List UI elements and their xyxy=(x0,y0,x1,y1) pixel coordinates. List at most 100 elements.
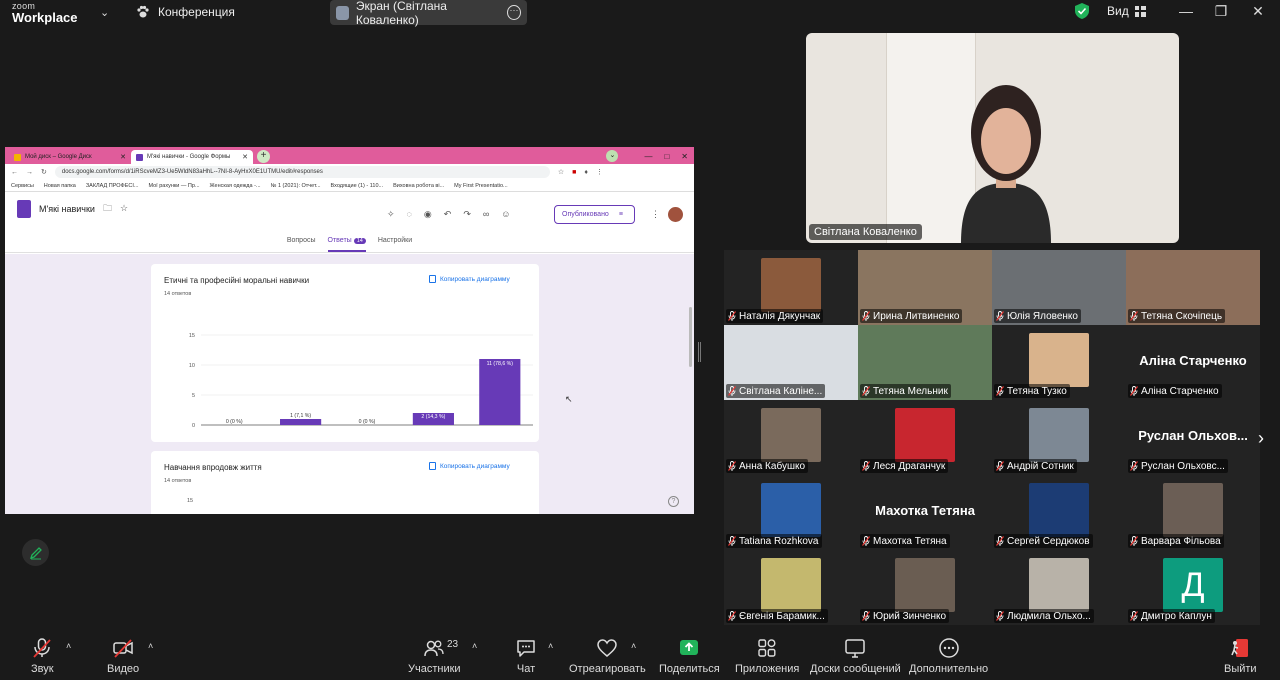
participant-tile[interactable]: Євгенія Барамик... xyxy=(724,550,858,625)
maximize-icon[interactable]: □ xyxy=(664,152,669,161)
participant-tile[interactable]: Тетяна Мельник xyxy=(858,325,992,400)
browser-tab-bar: Мой диск – Google Диск ✕ М'які навички -… xyxy=(5,147,694,164)
participant-tile[interactable]: Сергей Сердюков xyxy=(992,475,1126,550)
tab-responses[interactable]: Ответы 14 xyxy=(327,237,366,252)
bookmark-item[interactable]: Новая папка xyxy=(44,183,76,189)
close-icon[interactable]: ✕ xyxy=(242,153,248,161)
avatar[interactable] xyxy=(668,207,683,222)
participant-tile[interactable]: Юлія Яловенко xyxy=(992,250,1126,325)
more-button[interactable]: Дополнительно xyxy=(909,637,988,675)
participant-tile[interactable]: Махотка Тетяна Махотка Тетяна xyxy=(858,475,992,550)
chevron-up-icon[interactable]: ˄ xyxy=(472,641,477,651)
forms-icon[interactable] xyxy=(17,199,31,218)
minimize-icon[interactable]: — xyxy=(1178,3,1194,19)
preview-icon[interactable]: ◉ xyxy=(424,209,432,220)
bookmark-item[interactable]: № 1 (2021): Отчет... xyxy=(271,183,321,189)
extension-icon[interactable]: ■ xyxy=(572,169,576,176)
puzzle-icon[interactable]: ♦ xyxy=(584,169,588,176)
bookmark-item[interactable]: Виховна робота ві... xyxy=(393,183,444,189)
participant-name: Юлія Яловенко xyxy=(1007,310,1078,322)
share-button[interactable]: Поделиться xyxy=(659,637,720,675)
bookmark-item[interactable]: Мої рахунки — Пр... xyxy=(148,183,199,189)
participant-tile[interactable]: Леся Драганчук xyxy=(858,400,992,475)
chevron-right-icon[interactable]: › xyxy=(1258,428,1264,449)
participant-tile[interactable]: Tatiana Rozhkova xyxy=(724,475,858,550)
whiteboards-button[interactable]: Доски сообщений xyxy=(810,637,901,675)
restore-icon[interactable]: ❐ xyxy=(1213,3,1229,20)
participant-tile[interactable]: Аліна Старченко Аліна Старченко xyxy=(1126,325,1260,400)
tab-settings[interactable]: Настройки xyxy=(378,237,412,252)
minimize-icon[interactable]: — xyxy=(644,152,652,161)
participant-tile[interactable]: Руслан Ольхов... Руслан Ольховс... xyxy=(1126,400,1260,475)
bookmark-item[interactable]: Женская одежда -... xyxy=(210,183,261,189)
folder-icon[interactable]: 🗀 xyxy=(103,201,112,217)
participant-tile[interactable]: Юрий Зинченко xyxy=(858,550,992,625)
shield-check-icon[interactable] xyxy=(1075,3,1089,19)
star-icon[interactable]: ☆ xyxy=(120,203,128,214)
undo-icon[interactable]: ↶ xyxy=(444,209,452,220)
published-button[interactable]: Опубликовано ≡ xyxy=(554,205,635,224)
bookmark-item[interactable]: Входящие (1) - 110... xyxy=(331,183,384,189)
menu-icon[interactable]: ⋮ xyxy=(596,168,603,176)
url-field[interactable]: docs.google.com/forms/d/1iRScveMZ3-Ue5Wl… xyxy=(54,166,550,178)
leave-button[interactable]: Выйти xyxy=(1224,637,1257,675)
copy-chart-button[interactable]: Копировать диаграмму xyxy=(429,462,510,470)
participant-tile[interactable]: Варвара Фільова xyxy=(1126,475,1260,550)
participant-tile[interactable]: Людмила Ольхо... xyxy=(992,550,1126,625)
participant-name-tag: Сергей Сердюков xyxy=(994,534,1093,548)
close-icon[interactable]: ✕ xyxy=(681,152,688,161)
bookmark-item[interactable]: ЗАКЛАД ПРОФЕСІ... xyxy=(86,183,139,189)
form-title[interactable]: М'які навички xyxy=(39,204,95,214)
participant-name: Руслан Ольховс... xyxy=(1141,460,1225,472)
tab-questions[interactable]: Вопросы xyxy=(287,237,316,252)
speaker-video[interactable]: Світлана Коваленко xyxy=(806,33,1179,243)
add-collaborator-icon[interactable]: ☺ xyxy=(501,209,510,220)
bookmark-item[interactable]: My First Presentatio... xyxy=(454,183,508,189)
close-icon[interactable]: ✕ xyxy=(120,153,126,161)
tab-title: Мой диск – Google Диск xyxy=(25,154,92,160)
chevron-up-icon[interactable]: ˄ xyxy=(548,641,553,651)
apps-button[interactable]: Приложения xyxy=(735,637,799,675)
chevron-up-icon[interactable]: ˄ xyxy=(631,641,636,651)
addon-icon[interactable]: ✧ xyxy=(387,209,395,220)
participant-tile[interactable]: Ирина Литвиненко xyxy=(858,250,992,325)
splitter-handle[interactable] xyxy=(698,342,701,362)
reload-icon[interactable]: ↻ xyxy=(41,168,47,176)
close-icon[interactable]: ✕ xyxy=(1250,3,1266,20)
participant-tile[interactable]: Світлана Каліне... xyxy=(724,325,858,400)
chat-button[interactable]: Чат xyxy=(515,637,537,675)
audio-button[interactable]: Звук xyxy=(31,637,54,675)
forward-icon[interactable]: → xyxy=(26,169,33,176)
palette-icon[interactable]: ◌ xyxy=(407,209,412,220)
scrollbar[interactable] xyxy=(689,307,692,367)
more-icon[interactable]: ··· xyxy=(507,5,521,20)
view-button[interactable]: Вид xyxy=(1107,4,1146,18)
participant-video xyxy=(1029,408,1089,462)
tab-search-icon[interactable]: ⌄ xyxy=(606,150,619,162)
new-tab-button[interactable]: + xyxy=(257,150,270,163)
back-icon[interactable]: ← xyxy=(11,169,18,176)
participant-tile[interactable]: Тетяна Тузко xyxy=(992,325,1126,400)
browser-tab-drive[interactable]: Мой диск – Google Диск ✕ xyxy=(9,150,131,164)
screen-share-indicator[interactable]: Экран (Світлана Коваленко) ··· xyxy=(330,0,527,27)
participant-tile[interactable]: Анна Кабушко xyxy=(724,400,858,475)
bookmark-item[interactable]: Сервисы xyxy=(11,183,34,189)
browser-tab-forms[interactable]: М'які навички - Google Формы ✕ xyxy=(131,150,253,164)
chevron-down-icon[interactable]: ⌄ xyxy=(100,6,109,19)
annotate-button[interactable] xyxy=(22,539,49,566)
participant-tile[interactable]: Наталія Дякунчак xyxy=(724,250,858,325)
redo-icon[interactable]: ↷ xyxy=(463,209,471,220)
more-icon xyxy=(938,638,959,658)
meeting-info-button[interactable]: Конференция xyxy=(136,5,235,19)
participant-tile[interactable]: Д Дмитро Каплун xyxy=(1126,550,1260,625)
copy-chart-button[interactable]: Копировать диаграмму xyxy=(429,275,510,283)
link-icon[interactable]: ∞ xyxy=(483,209,489,220)
chevron-up-icon[interactable]: ˄ xyxy=(148,641,153,651)
chevron-up-icon[interactable]: ˄ xyxy=(66,641,71,651)
participant-tile[interactable]: Тетяна Скочіпець xyxy=(1126,250,1260,325)
help-icon[interactable]: ? xyxy=(668,496,679,507)
participant-tile[interactable]: Андрій Сотник xyxy=(992,400,1126,475)
more-icon[interactable]: ⋮ xyxy=(651,209,660,220)
star-icon[interactable]: ☆ xyxy=(558,168,564,176)
video-button[interactable]: Видео xyxy=(107,637,139,675)
